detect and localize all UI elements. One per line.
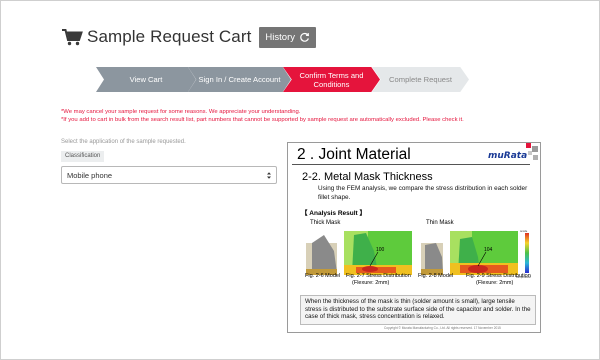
fig-29-line2: (Flexure: 2mm) <box>476 279 514 286</box>
brand-logo: muRata <box>488 151 528 161</box>
refresh-icon <box>300 32 309 42</box>
slide-copyright: Copyright © Murata Manufacturing Co., Lt… <box>384 326 501 330</box>
slide-title: 2 . Joint Material <box>297 146 411 163</box>
history-button[interactable]: History <box>259 26 316 48</box>
classification-select[interactable]: Mobile phone <box>61 166 277 184</box>
slide-description: Using the FEM analysis, we compare the s… <box>318 185 528 201</box>
page-title: Sample Request Cart <box>87 27 252 46</box>
step-complete-request: Complete Request <box>372 67 469 92</box>
fig-29-caption: Fig. 2-9 Stress Distribution (Flexure: 2… <box>466 273 531 286</box>
step-label: View Cart <box>129 75 163 84</box>
corner-decoration <box>526 143 538 160</box>
slide-divider <box>292 164 530 165</box>
select-arrows-icon <box>267 172 271 179</box>
thin-mask-label: Thin Mask <box>426 220 454 226</box>
step-confirm-terms: Confirm Terms and Conditions <box>283 67 380 92</box>
cart-icon <box>62 29 83 46</box>
product-slide-image: 2 . Joint Material muRata 2-2. Metal Mas… <box>287 142 541 333</box>
legend-tensile: tensile <box>520 230 528 233</box>
notice-cancel: *We may cancel your sample request for s… <box>61 109 301 115</box>
classification-label: Classification <box>61 151 105 162</box>
step-sign-in[interactable]: Sign In / Create Account <box>188 67 291 92</box>
value-thick: 100 <box>376 247 385 253</box>
value-thin: 104 <box>484 247 493 253</box>
fig-27-caption: Fig. 2-7 Stress Distribution (Flexure: 2… <box>346 273 411 286</box>
progress-steps: View Cart Sign In / Create Account Confi… <box>96 67 469 92</box>
page-header: Sample Request Cart History <box>61 26 316 48</box>
fig-26-caption: Fig. 2-6 Model <box>305 273 341 279</box>
slide-subtitle: 2-2. Metal Mask Thickness <box>302 171 433 183</box>
fig-28-caption: Fig. 2-8 Model <box>418 273 454 279</box>
analysis-heading: 【 Analysis Result 】 <box>301 210 367 217</box>
slide-note: When the thickness of the mask is thin (… <box>300 295 536 325</box>
fig-29-line1: Fig. 2-9 Stress Distribution <box>466 273 531 279</box>
step-label: Complete Request <box>389 75 452 84</box>
step-view-cart[interactable]: View Cart <box>96 67 196 92</box>
fig-27-line2: (Flexure: 2mm) <box>352 279 390 286</box>
step-label: Sign In / Create Account <box>198 75 281 84</box>
application-prompt: Select the application of the sample req… <box>61 139 186 145</box>
thick-mask-label: Thick Mask <box>310 220 341 226</box>
history-label: History <box>265 31 295 43</box>
step-label: Confirm Terms and Conditions <box>299 70 364 89</box>
selected-value: Mobile phone <box>67 170 113 180</box>
notice-block: *We may cancel your sample request for s… <box>61 108 464 124</box>
fig-27-line1: Fig. 2-7 Stress Distribution <box>346 273 411 279</box>
notice-bulk: *If you add to cart in bulk from the sea… <box>61 117 464 123</box>
